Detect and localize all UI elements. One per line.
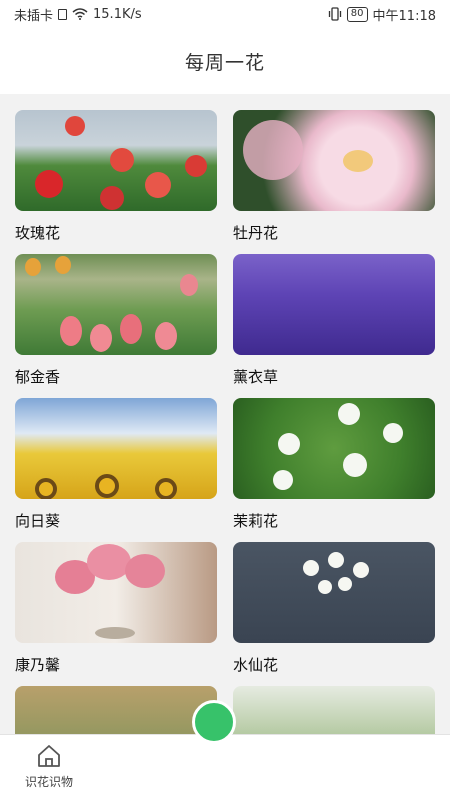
- flower-card-carnation[interactable]: 康乃馨: [15, 542, 217, 686]
- peony-photo: [233, 110, 435, 211]
- flower-card-peony[interactable]: 牡丹花: [233, 110, 435, 254]
- status-bar: 未插卡 15.1K/s 80 中午11:18: [0, 0, 450, 28]
- tulip-photo: [15, 254, 217, 355]
- bottom-tab-bar: 识花识物: [0, 734, 450, 800]
- flower-card-partial-left[interactable]: [15, 686, 217, 734]
- network-speed: 15.1K/s: [93, 6, 142, 22]
- flower-name: 康乃馨: [15, 656, 61, 674]
- narcissus-photo: [233, 542, 435, 643]
- clock: 中午11:18: [372, 8, 436, 24]
- tab-home-label: 识花识物: [24, 775, 73, 789]
- battery-level: 80: [350, 8, 364, 19]
- flower-card-rose[interactable]: 玫瑰花: [15, 110, 217, 254]
- home-icon: [38, 745, 60, 767]
- jasmine-photo: [233, 398, 435, 499]
- tab-home[interactable]: 识花识物: [14, 743, 84, 790]
- battery-icon: 80: [346, 6, 368, 22]
- flower-card-partial-right[interactable]: [233, 686, 435, 734]
- status-left: 未插卡 15.1K/s: [14, 5, 142, 24]
- flower-name: 牡丹花: [233, 224, 279, 242]
- status-right: 80 中午11:18: [328, 5, 436, 24]
- flower-photo: [233, 686, 435, 734]
- wifi-icon: [72, 8, 88, 20]
- flower-name: 薰衣草: [233, 368, 279, 386]
- flower-card-narcissus[interactable]: 水仙花: [233, 542, 435, 686]
- vibrate-icon: [328, 7, 341, 21]
- flower-card-sunflower[interactable]: 向日葵: [15, 398, 217, 542]
- center-action-button[interactable]: [192, 700, 236, 744]
- carrier-text: 未插卡: [14, 8, 54, 24]
- page-header: 每周一花: [0, 28, 450, 94]
- flower-name: 向日葵: [15, 512, 61, 530]
- page-title: 每周一花: [184, 51, 265, 74]
- flower-list[interactable]: 玫瑰花 牡丹花 郁金香 薰衣草 向日葵 茉莉花 康乃馨 水仙花: [0, 94, 450, 734]
- flower-name: 茉莉花: [233, 512, 279, 530]
- sim-icon: [58, 8, 68, 20]
- flower-card-jasmine[interactable]: 茉莉花: [233, 398, 435, 542]
- flower-name: 郁金香: [15, 368, 61, 386]
- flower-photo: [15, 686, 217, 734]
- rose-photo: [15, 110, 217, 211]
- flower-name: 玫瑰花: [15, 224, 61, 242]
- flower-card-lavender[interactable]: 薰衣草: [233, 254, 435, 398]
- lavender-photo: [233, 254, 435, 355]
- sunflower-photo: [15, 398, 217, 499]
- carnation-photo: [15, 542, 217, 643]
- flower-grid: 玫瑰花 牡丹花 郁金香 薰衣草 向日葵 茉莉花 康乃馨 水仙花: [15, 110, 435, 734]
- flower-card-tulip[interactable]: 郁金香: [15, 254, 217, 398]
- flower-name: 水仙花: [233, 656, 279, 674]
